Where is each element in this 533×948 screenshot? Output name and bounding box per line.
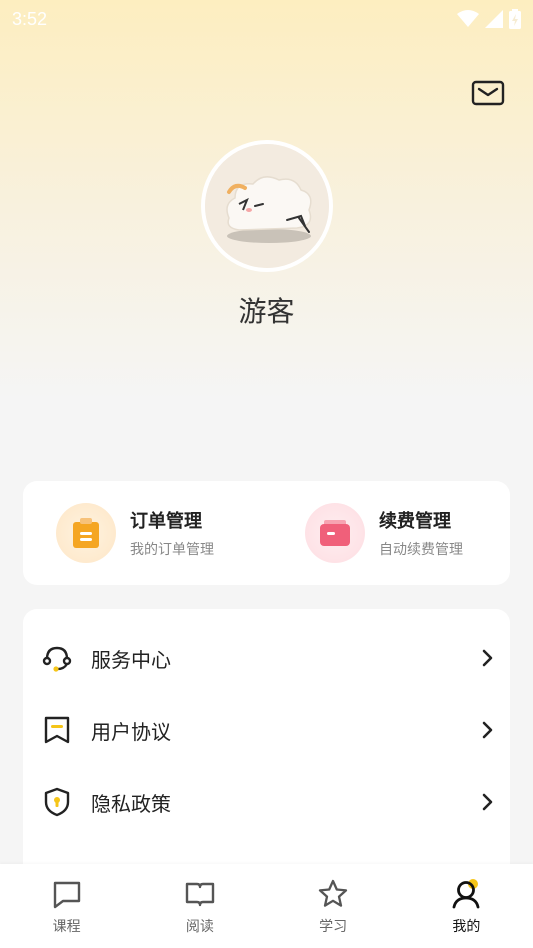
renewal-icon-wrap <box>305 503 365 563</box>
order-icon-wrap <box>56 503 116 563</box>
menu-item-privacy-policy[interactable]: 隐私政策 <box>23 772 510 832</box>
message-button[interactable] <box>470 78 506 110</box>
chevron-right-icon <box>482 793 493 811</box>
wifi-icon <box>457 10 479 27</box>
status-icons <box>457 9 521 29</box>
tab-label: 阅读 <box>185 919 214 935</box>
tab-label: 课程 <box>52 919 81 935</box>
renewal-title: 续费管理 <box>379 511 451 532</box>
headset-icon <box>41 642 73 674</box>
menu-item-user-agreement[interactable]: 用户协议 <box>23 700 510 760</box>
menu-item-label: 服务中心 <box>91 647 171 672</box>
chevron-right-icon <box>482 649 493 667</box>
wallet-icon <box>320 520 350 546</box>
tab-label: 学习 <box>319 919 348 935</box>
tab-mine[interactable]: 我的 <box>400 864 533 948</box>
avatar[interactable] <box>201 140 333 272</box>
renewal-subtitle: 自动续费管理 <box>379 542 463 558</box>
agreement-icon <box>41 714 73 746</box>
tab-courses[interactable]: 课程 <box>0 864 133 948</box>
mail-icon <box>471 80 505 106</box>
menu-item-label: 隐私政策 <box>91 791 171 816</box>
chevron-right-icon <box>482 721 493 739</box>
tab-study[interactable]: 学习 <box>267 864 400 948</box>
username: 游客 <box>238 295 295 328</box>
menu-item-label: 用户协议 <box>91 719 171 744</box>
signal-icon <box>485 10 503 28</box>
menu-item-service-center[interactable]: 服务中心 <box>23 628 510 688</box>
book-icon <box>185 882 215 907</box>
status-time: 3:52 <box>12 8 48 29</box>
quick-actions-card: 订单管理 我的订单管理 续费管理 自动续费管理 <box>23 481 510 585</box>
tab-label: 我的 <box>452 919 481 935</box>
shield-icon <box>41 786 73 818</box>
battery-icon <box>509 9 521 29</box>
chat-icon <box>53 881 80 909</box>
bottom-tab-bar: 课程 阅读 学习 我的 <box>0 864 533 948</box>
renewal-text: 续费管理 自动续费管理 <box>379 507 463 559</box>
star-icon <box>318 879 348 907</box>
sheep-avatar-icon <box>205 144 329 268</box>
order-subtitle: 我的订单管理 <box>130 542 214 558</box>
clipboard-icon <box>73 518 99 548</box>
order-management-button[interactable]: 订单管理 我的订单管理 <box>23 481 261 585</box>
user-icon <box>452 879 480 909</box>
status-bar: 3:52 <box>0 0 533 38</box>
renewal-management-button[interactable]: 续费管理 自动续费管理 <box>261 481 510 585</box>
order-text: 订单管理 我的订单管理 <box>130 507 214 559</box>
order-title: 订单管理 <box>130 511 202 532</box>
tab-reading[interactable]: 阅读 <box>133 864 266 948</box>
